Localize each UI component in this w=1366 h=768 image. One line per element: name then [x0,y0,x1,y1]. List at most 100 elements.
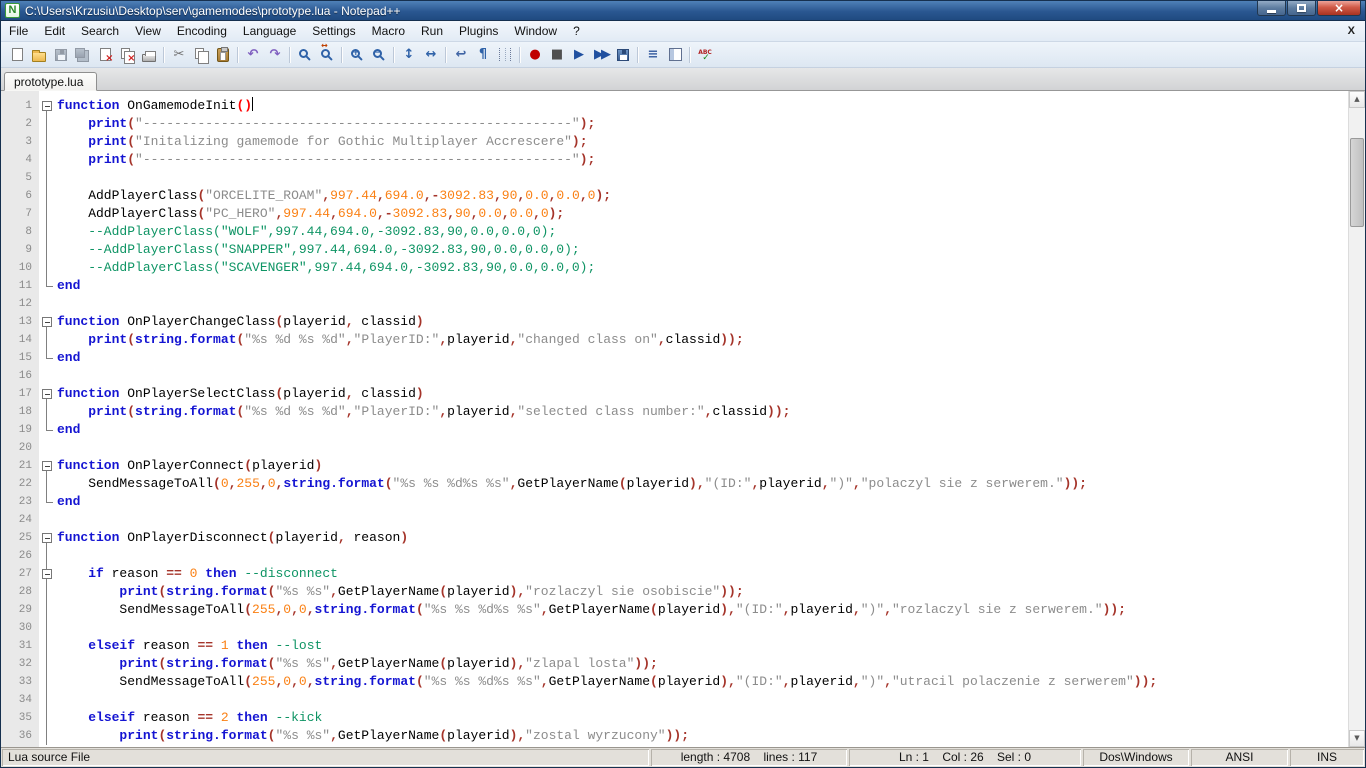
print-icon[interactable] [138,44,160,66]
code-line[interactable]: 2 print("-------------------------------… [1,115,1365,133]
zoom-out-icon[interactable] [368,44,390,66]
fold-marker[interactable] [39,385,55,403]
code-line[interactable]: 21 function OnPlayerConnect(playerid) [1,457,1365,475]
spell-check-icon[interactable] [694,44,716,66]
document-map-icon[interactable] [664,44,686,66]
maximize-button[interactable] [1287,1,1316,16]
fold-marker[interactable] [39,457,55,475]
fold-marker[interactable] [39,565,55,583]
scroll-down-button[interactable]: ▼ [1349,730,1365,747]
code-line[interactable]: 4 print("-------------------------------… [1,151,1365,169]
code-line[interactable]: 28 print(string.format("%s %s",GetPlayer… [1,583,1365,601]
open-file-icon[interactable] [28,44,50,66]
fold-marker[interactable] [39,97,55,115]
code-line[interactable]: 23 end [1,493,1365,511]
menu-encoding[interactable]: Encoding [169,21,235,41]
macro-run-multiple-icon[interactable]: ▶▶ [590,44,612,66]
function-list-icon[interactable]: ≡ [642,44,664,66]
close-all-icon[interactable] [116,44,138,66]
sync-horizontal-scrolling-icon[interactable]: ↔ [420,44,442,66]
show-indent-guide-icon[interactable] [494,44,516,66]
redo-icon[interactable]: ↷ [264,44,286,66]
code-line[interactable]: 25 function OnPlayerDisconnect(playerid, … [1,529,1365,547]
save-all-icon[interactable] [72,44,94,66]
status-cursor-position: Ln : 1 Col : 26 Sel : 0 [849,749,1081,766]
code-line[interactable]: 32 print(string.format("%s %s",GetPlayer… [1,655,1365,673]
copy-icon[interactable] [190,44,212,66]
code-line[interactable]: 18 print(string.format("%s %d %s %d","Pl… [1,403,1365,421]
word-wrap-icon[interactable]: ↩ [450,44,472,66]
code-line[interactable]: 35 elseif reason == 2 then --kick [1,709,1365,727]
code-line[interactable]: 36 print(string.format("%s %s",GetPlayer… [1,727,1365,745]
code-line[interactable]: 1 function OnGamemodeInit() [1,97,1365,115]
fold-marker[interactable] [39,313,55,331]
code-line[interactable]: 9 --AddPlayerClass("SNAPPER",997.44,694.… [1,241,1365,259]
paste-icon[interactable] [212,44,234,66]
code-line[interactable]: 33 SendMessageToAll(255,0,0,string.forma… [1,673,1365,691]
code-line[interactable]: 15 end [1,349,1365,367]
code-line[interactable]: 31 elseif reason == 1 then --lost [1,637,1365,655]
code-line[interactable]: 11 end [1,277,1365,295]
code-line[interactable]: 24 [1,511,1365,529]
fold-marker[interactable] [39,529,55,547]
menu-window[interactable]: Window [506,21,565,41]
close-button[interactable]: × [1317,1,1361,16]
status-encoding[interactable]: ANSI [1191,749,1288,766]
code-line[interactable]: 27 if reason == 0 then --disconnect [1,565,1365,583]
toolbar-separator [286,44,294,66]
code-line[interactable]: 12 [1,295,1365,313]
menu-file[interactable]: File [1,21,36,41]
new-file-icon[interactable] [6,44,28,66]
macro-record-icon[interactable]: ● [524,44,546,66]
status-eol-format[interactable]: Dos\Windows [1083,749,1189,766]
fold-margin [39,187,55,205]
zoom-in-icon[interactable] [346,44,368,66]
replace-icon[interactable] [316,42,338,66]
macro-save-icon[interactable] [612,44,634,66]
status-insert-mode[interactable]: INS [1290,749,1364,766]
show-all-characters-icon[interactable]: ¶ [472,44,494,66]
code-line[interactable]: 34 [1,691,1365,709]
find-icon[interactable] [294,44,316,66]
code-line[interactable]: 16 [1,367,1365,385]
cut-icon[interactable]: ✂ [168,44,190,66]
code-line[interactable]: 7 AddPlayerClass("PC_HERO",997.44,694.0,… [1,205,1365,223]
menu-run[interactable]: Run [413,21,451,41]
menu-view[interactable]: View [127,21,169,41]
code-line[interactable]: 26 [1,547,1365,565]
save-icon[interactable] [50,44,72,66]
macro-stop-icon[interactable]: ■ [546,44,568,66]
tab-prototype-lua[interactable]: prototype.lua [4,72,98,91]
menu-language[interactable]: Language [235,21,304,41]
editor[interactable]: 1 function OnGamemodeInit() 2 print("-----… [1,91,1365,747]
code-line[interactable]: 30 [1,619,1365,637]
menu-macro[interactable]: Macro [364,21,413,41]
sync-vertical-scrolling-icon[interactable]: ↕ [398,44,420,66]
scroll-up-button[interactable]: ▲ [1349,91,1365,108]
scrollbar-thumb[interactable] [1350,138,1364,227]
code-line[interactable]: 6 AddPlayerClass("ORCELITE_ROAM",997.44,… [1,187,1365,205]
vertical-scrollbar[interactable]: ▲ ▼ [1348,91,1365,747]
menu-plugins[interactable]: Plugins [451,21,506,41]
menu-search[interactable]: Search [73,21,127,41]
code-line[interactable]: 8 --AddPlayerClass("WOLF",997.44,694.0,-… [1,223,1365,241]
code-line[interactable]: 19 end [1,421,1365,439]
code-line[interactable]: 10 --AddPlayerClass("SCAVENGER",997.44,6… [1,259,1365,277]
code-line[interactable]: 3 print("Initalizing gamemode for Gothic… [1,133,1365,151]
code-line[interactable]: 13 function OnPlayerChangeClass(playerid,… [1,313,1365,331]
code-line[interactable]: 5 [1,169,1365,187]
code-line[interactable]: 20 [1,439,1365,457]
code-line[interactable]: 29 SendMessageToAll(255,0,0,string.forma… [1,601,1365,619]
minimize-button[interactable] [1257,1,1286,16]
menu-edit[interactable]: Edit [36,21,73,41]
undo-icon[interactable]: ↶ [242,44,264,66]
close-document-button[interactable]: X [1338,21,1365,41]
code-line[interactable]: 14 print(string.format("%s %d %s %d","Pl… [1,331,1365,349]
code-line[interactable]: 22 SendMessageToAll(0,255,0,string.forma… [1,475,1365,493]
menu-help[interactable]: ? [565,21,588,41]
macro-play-icon[interactable]: ▶ [568,44,590,66]
close-file-icon[interactable] [94,44,116,66]
menu-settings[interactable]: Settings [304,21,363,41]
tab-label: prototype.lua [14,74,84,89]
code-line[interactable]: 17 function OnPlayerSelectClass(playerid,… [1,385,1365,403]
